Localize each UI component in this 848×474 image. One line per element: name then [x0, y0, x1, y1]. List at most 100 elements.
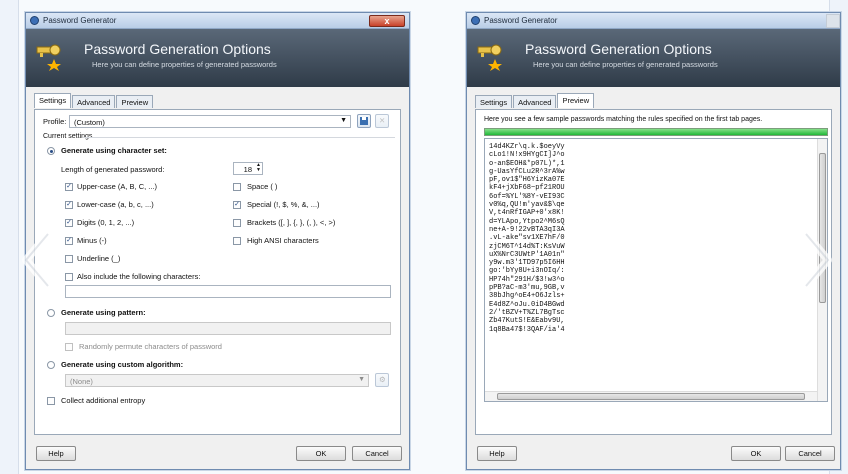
- radio-custom[interactable]: [47, 361, 55, 369]
- checkbox-brackets[interactable]: [233, 219, 241, 227]
- radio-pattern[interactable]: [47, 309, 55, 317]
- app-icon: [30, 16, 39, 25]
- password-row: 6of=%YL'%8Y-vEI93C: [489, 192, 565, 201]
- option-minus: Minus (-): [77, 236, 107, 245]
- password-rows: 14d4KZr\q.k.$oeyVy cLo1!N!x9HYgCI]J^o o-an…: [489, 143, 823, 334]
- length-label: Length of generated password:: [61, 165, 165, 174]
- ok-button[interactable]: OK: [731, 446, 781, 461]
- cancel-button[interactable]: Cancel: [352, 446, 402, 461]
- generate-pattern-label: Generate using pattern:: [61, 308, 146, 317]
- option-high-ansi: High ANSI characters: [247, 236, 319, 245]
- scrollbar-thumb[interactable]: [497, 393, 805, 400]
- also-include-label: Also include the following characters:: [77, 272, 201, 281]
- tab-bar: Settings Advanced Preview: [475, 93, 595, 108]
- length-stepper[interactable]: 18 ▲ ▼: [233, 162, 263, 175]
- banner: Password Generation Options Here you can…: [467, 29, 840, 87]
- checkbox-space[interactable]: [233, 183, 241, 191]
- banner: Password Generation Options Here you can…: [26, 29, 409, 87]
- separator: [83, 137, 395, 138]
- cancel-button[interactable]: Cancel: [785, 446, 835, 461]
- tab-preview[interactable]: Preview: [116, 95, 154, 108]
- option-lowercase: Lower-case (a, b, c, ...): [77, 200, 154, 209]
- progress-fill: [485, 129, 827, 135]
- password-row: V,t4nRfIGAP+0'x8K!: [489, 209, 565, 218]
- window-title: Password Generator: [484, 16, 558, 25]
- length-value: 18: [243, 165, 252, 174]
- banner-subtitle: Here you can define properties of genera…: [533, 60, 718, 69]
- password-row: E4d8Z^oJu.0iD4BGwd: [489, 300, 565, 309]
- custom-options-button[interactable]: ⚙: [375, 373, 389, 387]
- key-icon: [477, 44, 502, 71]
- collect-entropy-label: Collect additional entropy: [61, 396, 146, 405]
- checkbox-special[interactable]: ✓: [233, 201, 241, 209]
- tab-settings[interactable]: Settings: [475, 95, 513, 108]
- expand-icon[interactable]: [826, 14, 840, 28]
- help-button[interactable]: Help: [477, 446, 517, 461]
- tab-advanced[interactable]: Advanced: [72, 95, 116, 108]
- password-row: v0%q,QU!m'yav&$\qe: [489, 201, 565, 210]
- option-underline: Underline (_): [77, 254, 121, 263]
- generate-custom-label: Generate using custom algorithm:: [61, 360, 184, 369]
- delete-profile-button[interactable]: ✕: [375, 114, 389, 128]
- horizontal-scrollbar[interactable]: [485, 391, 817, 401]
- previous-slide-button[interactable]: [20, 230, 54, 290]
- app-icon: [471, 16, 480, 25]
- password-row: .vL-ake"sv1XE7hF/0: [489, 234, 565, 243]
- settings-panel: Profile: (Custom) ▼ ✕ Current settings G…: [34, 109, 401, 435]
- password-row: cLo1!N!x9HYgCI]J^o: [489, 151, 565, 160]
- checkbox-entropy[interactable]: [47, 397, 55, 405]
- password-row: 38bJhg^oE4+O6Jzls+: [489, 292, 565, 301]
- password-row: d=YLApo,Ytpo2^M6sQ: [489, 217, 565, 226]
- profile-select[interactable]: (Custom) ▼: [69, 115, 351, 128]
- window-title: Password Generator: [43, 16, 117, 25]
- save-profile-button[interactable]: [357, 114, 371, 128]
- profile-label: Profile:: [43, 117, 67, 126]
- checkbox-digits[interactable]: ✓: [65, 219, 73, 227]
- password-row: zjCM6T^14d%T:KsVuW: [489, 242, 565, 251]
- checkbox-underline[interactable]: [65, 255, 73, 263]
- gear-icon: ⚙: [379, 375, 386, 384]
- title-bar[interactable]: Password Generator x: [26, 13, 409, 29]
- password-row: g-UasYfCLu2R^3rA%w: [489, 167, 565, 176]
- option-uppercase: Upper-case (A, B, C, ...): [77, 182, 158, 191]
- help-button[interactable]: Help: [36, 446, 76, 461]
- profile-value: (Custom): [74, 118, 105, 127]
- floppy-disk-icon: [360, 117, 368, 125]
- preview-description: Here you see a few sample passwords matc…: [484, 116, 763, 123]
- pattern-input[interactable]: [65, 322, 391, 335]
- checkbox-high-ansi[interactable]: [233, 237, 241, 245]
- tab-bar: Settings Advanced Preview: [34, 93, 154, 108]
- custom-algorithm-select[interactable]: (None) ▼: [65, 374, 369, 387]
- password-row: go:'bYy8U+i3nOIq/:: [489, 267, 565, 276]
- checkbox-uppercase[interactable]: ✓: [65, 183, 73, 191]
- option-special: Special (!, $, %, &, ...): [247, 200, 320, 209]
- password-row: Zb47KutS!E&Eabv9U,: [489, 317, 565, 326]
- generate-charset-label: Generate using character set:: [61, 146, 167, 155]
- title-bar[interactable]: Password Generator: [467, 13, 840, 29]
- tab-advanced[interactable]: Advanced: [513, 95, 557, 108]
- password-row: HP74h"291H/$3!w3^o: [489, 275, 565, 284]
- key-icon: [36, 44, 61, 71]
- close-button[interactable]: x: [369, 15, 405, 27]
- password-row: 1q8Ba47$!3QAF/ia'4: [489, 325, 565, 334]
- ok-button[interactable]: OK: [296, 446, 346, 461]
- password-row: ne+A-9!22vBTA3qI3A: [489, 225, 565, 234]
- checkbox-minus[interactable]: ✓: [65, 237, 73, 245]
- checkbox-permute[interactable]: [65, 343, 73, 351]
- option-brackets: Brackets ([, ], {, }, (, ), <, >): [247, 218, 336, 227]
- chevron-right-icon: [802, 231, 832, 289]
- checkbox-also-include[interactable]: [65, 273, 73, 281]
- next-slide-button[interactable]: [800, 230, 834, 290]
- tab-preview[interactable]: Preview: [557, 93, 595, 108]
- chevron-down-icon: ▼: [340, 117, 347, 124]
- password-row: o-an$EOH&*p07L)*,1: [489, 159, 565, 168]
- password-row: kF4+jXbF68~pf21ROU: [489, 184, 565, 193]
- progress-bar: [484, 128, 828, 136]
- password-generator-window-preview: Password Generator Password Generation O…: [466, 12, 841, 470]
- tab-settings[interactable]: Settings: [34, 93, 72, 108]
- also-include-input[interactable]: [65, 285, 391, 298]
- option-digits: Digits (0, 1, 2, ...): [77, 218, 135, 227]
- password-list[interactable]: 14d4KZr\q.k.$oeyVy cLo1!N!x9HYgCI]J^o o-an…: [484, 138, 828, 402]
- radio-charset[interactable]: [47, 147, 55, 155]
- checkbox-lowercase[interactable]: ✓: [65, 201, 73, 209]
